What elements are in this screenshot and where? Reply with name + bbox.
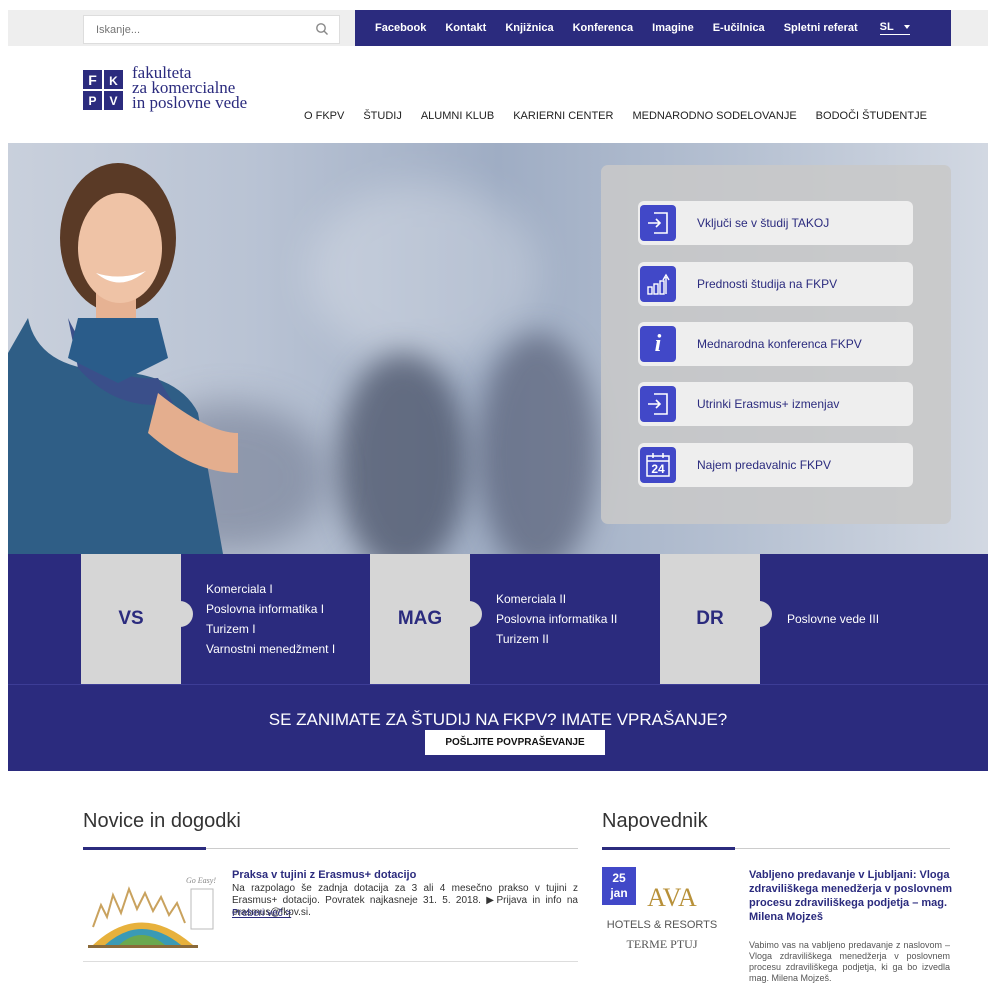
search-input[interactable] [84, 16, 299, 43]
toplink-kontakt[interactable]: Kontakt [445, 22, 486, 34]
level-vs[interactable]: VS [81, 554, 193, 684]
quick-link-rooms[interactable]: 24 Najem predavalnic FKPV [638, 443, 913, 487]
program-link[interactable]: Poslovna informatika I [206, 599, 335, 619]
puzzle-knob [456, 601, 482, 627]
news-divider [83, 961, 578, 962]
search-icon[interactable] [315, 22, 329, 36]
events-heading-underline [602, 847, 950, 850]
main-nav: O FKPV ŠTUDIJ ALUMNI KLUB KARIERNI CENTE… [304, 110, 946, 122]
puzzle-knob [746, 601, 772, 627]
hero-window-light [308, 183, 538, 363]
level-vs-programs: Komerciala I Poslovna informatika I Turi… [206, 554, 335, 684]
nav-studij[interactable]: ŠTUDIJ [363, 110, 402, 122]
quick-link-conference[interactable]: i Mednarodna konferenca FKPV [638, 322, 913, 366]
calendar-day-glyph: 24 [651, 462, 665, 476]
logo-text: fakulteta za komercialne in poslovne ved… [132, 64, 248, 112]
level-mag[interactable]: MAG [370, 554, 482, 684]
read-more-link[interactable]: Preberi več > [232, 908, 291, 919]
info-icon: i [640, 326, 676, 362]
toplink-spletni-referat[interactable]: Spletni referat [784, 22, 858, 34]
events-heading: Napovednik [602, 810, 708, 832]
enter-icon [640, 386, 676, 422]
level-dr[interactable]: DR [660, 554, 772, 684]
event-logo-ava: AVA [647, 883, 697, 912]
fkpv-logo-icon: F K P V [83, 70, 123, 110]
level-code: DR [696, 608, 724, 629]
toplink-knjiznica[interactable]: Knjižnica [505, 22, 553, 34]
events-heading-accent [602, 847, 735, 850]
quick-link-enroll[interactable]: Vključi se v študij TAKOJ [638, 201, 913, 245]
news-heading-accent [83, 847, 206, 850]
program-link[interactable]: Komerciala I [206, 579, 335, 599]
hero-student-image [8, 163, 238, 554]
quick-link-erasmus[interactable]: Utrinki Erasmus+ izmenjav [638, 382, 913, 426]
nav-o-fkpv[interactable]: O FKPV [304, 110, 344, 122]
level-dr-programs: Poslovne vede III [787, 554, 879, 684]
quick-links-panel: Vključi se v študij TAKOJ Prednosti štud… [601, 165, 951, 524]
nav-mednarodno-sodelovanje[interactable]: MEDNARODNO SODELOVANJE [632, 110, 796, 122]
event-month: jan [610, 886, 628, 900]
event-title[interactable]: Vabljeno predavanje v Ljubljani: Vloga z… [749, 868, 954, 924]
news-heading-underline [83, 847, 578, 850]
top-links: Facebook Kontakt Knjižnica Konferenca Im… [355, 10, 951, 46]
program-link[interactable]: Turizem II [496, 629, 617, 649]
send-inquiry-button[interactable]: POŠLJITE POVPRAŠEVANJE [425, 730, 605, 755]
logo-letter-p: P [88, 94, 96, 108]
search-box [83, 15, 340, 44]
program-link[interactable]: Turizem I [206, 619, 335, 639]
news-item-title[interactable]: Praksa v tujini z Erasmus+ dotacijo [232, 869, 416, 881]
level-mag-programs: Komerciala II Poslovna informatika II Tu… [496, 554, 617, 684]
study-levels: VS Komerciala I Poslovna informatika I T… [8, 554, 988, 684]
hero-bg-person [478, 333, 598, 554]
event-logo-terme: TERME PTUJ [626, 937, 697, 951]
level-code: VS [118, 608, 144, 629]
logo-letter-k: K [109, 74, 118, 88]
inquiry-banner: SE ZANIMATE ZA ŠTUDIJ NA FKPV? IMATE VPR… [8, 684, 988, 771]
hero-bg-person [338, 353, 468, 554]
quick-link-benefits[interactable]: Prednosti študija na FKPV [638, 262, 913, 306]
toplink-imagine[interactable]: Imagine [652, 22, 694, 34]
chevron-down-icon [903, 25, 910, 29]
nav-alumni-klub[interactable]: ALUMNI KLUB [421, 110, 494, 122]
calendar-icon: 24 [640, 447, 676, 483]
level-code: MAG [397, 608, 443, 629]
program-link[interactable]: Varnostni menedžment I [206, 639, 335, 659]
program-link[interactable]: Poslovne vede III [787, 609, 879, 629]
logo-letter-v: V [109, 94, 117, 108]
program-link[interactable]: Komerciala II [496, 589, 617, 609]
quick-link-label: Najem predavalnic FKPV [697, 458, 832, 472]
toplink-eucilnica[interactable]: E-učilnica [713, 22, 765, 34]
growth-chart-icon [640, 266, 676, 302]
language-label: SL [879, 21, 894, 33]
thumb-caption: Go Easy! [186, 876, 216, 885]
event-text: Vabimo vas na vabljeno predavanje z nasl… [749, 940, 950, 983]
nav-karierni-center[interactable]: KARIERNI CENTER [513, 110, 613, 122]
event-date-badge: 25 jan [602, 867, 636, 905]
hero-banner: Vključi se v študij TAKOJ Prednosti štud… [8, 143, 988, 554]
quick-link-label: Utrinki Erasmus+ izmenjav [697, 397, 840, 411]
event-day: 25 [612, 871, 626, 885]
quick-link-label: Vključi se v študij TAKOJ [697, 216, 830, 230]
quick-link-label: Prednosti študija na FKPV [697, 277, 838, 291]
language-select[interactable]: SL [879, 21, 910, 35]
event-logo-hotels: HOTELS & RESORTS [607, 919, 717, 931]
info-glyph: i [654, 330, 662, 357]
inquiry-title: SE ZANIMATE ZA ŠTUDIJ NA FKPV? IMATE VPR… [268, 710, 728, 729]
logo-letter-f: F [88, 72, 97, 88]
program-link[interactable]: Poslovna informatika II [496, 609, 617, 629]
enter-icon [640, 205, 676, 241]
puzzle-knob [167, 601, 193, 627]
nav-bodoci-studentje[interactable]: BODOČI ŠTUDENTJE [816, 110, 927, 122]
logo-line-3: in poslovne vede [132, 93, 248, 112]
toplink-konferenca[interactable]: Konferenca [573, 22, 634, 34]
quick-link-label: Mednarodna konferenca FKPV [697, 337, 862, 351]
news-heading: Novice in dogodki [83, 810, 241, 832]
news-thumbnail[interactable]: Go Easy! [83, 865, 223, 955]
toplink-facebook[interactable]: Facebook [375, 22, 426, 34]
